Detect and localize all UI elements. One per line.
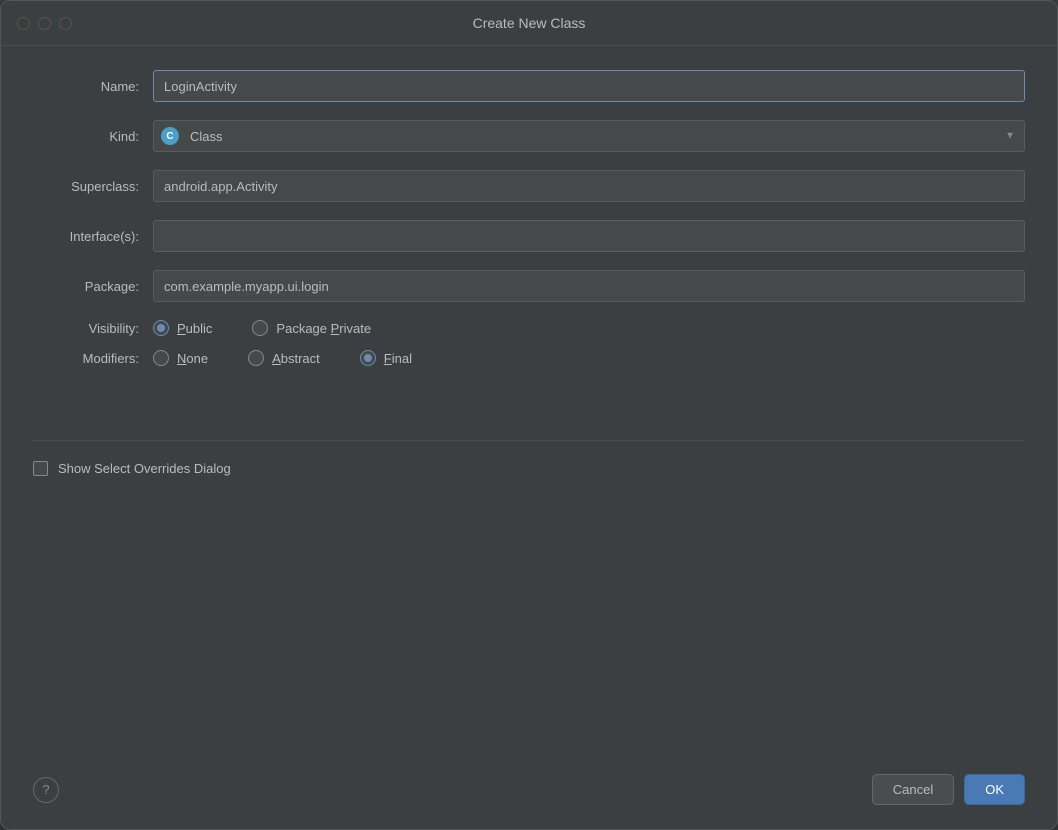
package-input[interactable] [153, 270, 1025, 302]
superclass-input[interactable] [153, 170, 1025, 202]
footer-buttons: Cancel OK [872, 774, 1025, 805]
class-icon: C [161, 127, 179, 145]
minimize-button[interactable] [38, 17, 51, 30]
superclass-row: Superclass: [33, 170, 1025, 202]
visibility-row: Visibility: Public Package Private [33, 320, 1025, 336]
interfaces-label: Interface(s): [33, 229, 153, 244]
dialog-title: Create New Class [473, 15, 586, 31]
visibility-package-private-label: Package Private [276, 321, 371, 336]
modifier-final-label: Final [384, 351, 412, 366]
kind-label: Kind: [33, 129, 153, 144]
visibility-package-private-option[interactable]: Package Private [252, 320, 371, 336]
dialog-footer: ? Cancel OK [1, 758, 1057, 829]
modifiers-label: Modifiers: [33, 351, 153, 366]
modifier-none-option[interactable]: None [153, 350, 208, 366]
modifiers-radio-group: None Abstract Final [153, 350, 1025, 366]
interfaces-input[interactable] [153, 220, 1025, 252]
package-row: Package: [33, 270, 1025, 302]
modifier-abstract-option[interactable]: Abstract [248, 350, 320, 366]
modifier-final-radio[interactable] [360, 350, 376, 366]
kind-select[interactable]: Class Interface Enum Annotation [153, 120, 1025, 152]
dialog-content: Name: Kind: C Class Interface Enum Annot… [1, 46, 1057, 758]
help-button[interactable]: ? [33, 777, 59, 803]
traffic-lights [17, 17, 72, 30]
modifier-final-option[interactable]: Final [360, 350, 412, 366]
checkbox-row: Show Select Overrides Dialog [33, 461, 1025, 476]
modifier-abstract-label: Abstract [272, 351, 320, 366]
visibility-public-radio[interactable] [153, 320, 169, 336]
visibility-public-option[interactable]: Public [153, 320, 212, 336]
show-overrides-checkbox[interactable] [33, 461, 48, 476]
kind-select-wrapper: C Class Interface Enum Annotation ▼ [153, 120, 1025, 152]
modifier-none-radio[interactable] [153, 350, 169, 366]
interfaces-row: Interface(s): [33, 220, 1025, 252]
ok-button[interactable]: OK [964, 774, 1025, 805]
name-row: Name: [33, 70, 1025, 102]
kind-row: Kind: C Class Interface Enum Annotation … [33, 120, 1025, 152]
name-label: Name: [33, 79, 153, 94]
modifier-none-label: None [177, 351, 208, 366]
name-input[interactable] [153, 70, 1025, 102]
package-label: Package: [33, 279, 153, 294]
superclass-label: Superclass: [33, 179, 153, 194]
show-overrides-label: Show Select Overrides Dialog [58, 461, 231, 476]
modifiers-row: Modifiers: None Abstract Final [33, 350, 1025, 366]
create-new-class-dialog: Create New Class Name: Kind: C Class Int… [0, 0, 1058, 830]
visibility-package-private-radio[interactable] [252, 320, 268, 336]
divider [33, 440, 1025, 441]
title-bar: Create New Class [1, 1, 1057, 46]
visibility-label: Visibility: [33, 321, 153, 336]
close-button[interactable] [17, 17, 30, 30]
visibility-public-label: Public [177, 321, 212, 336]
visibility-radio-group: Public Package Private [153, 320, 1025, 336]
modifier-abstract-radio[interactable] [248, 350, 264, 366]
cancel-button[interactable]: Cancel [872, 774, 954, 805]
maximize-button[interactable] [59, 17, 72, 30]
